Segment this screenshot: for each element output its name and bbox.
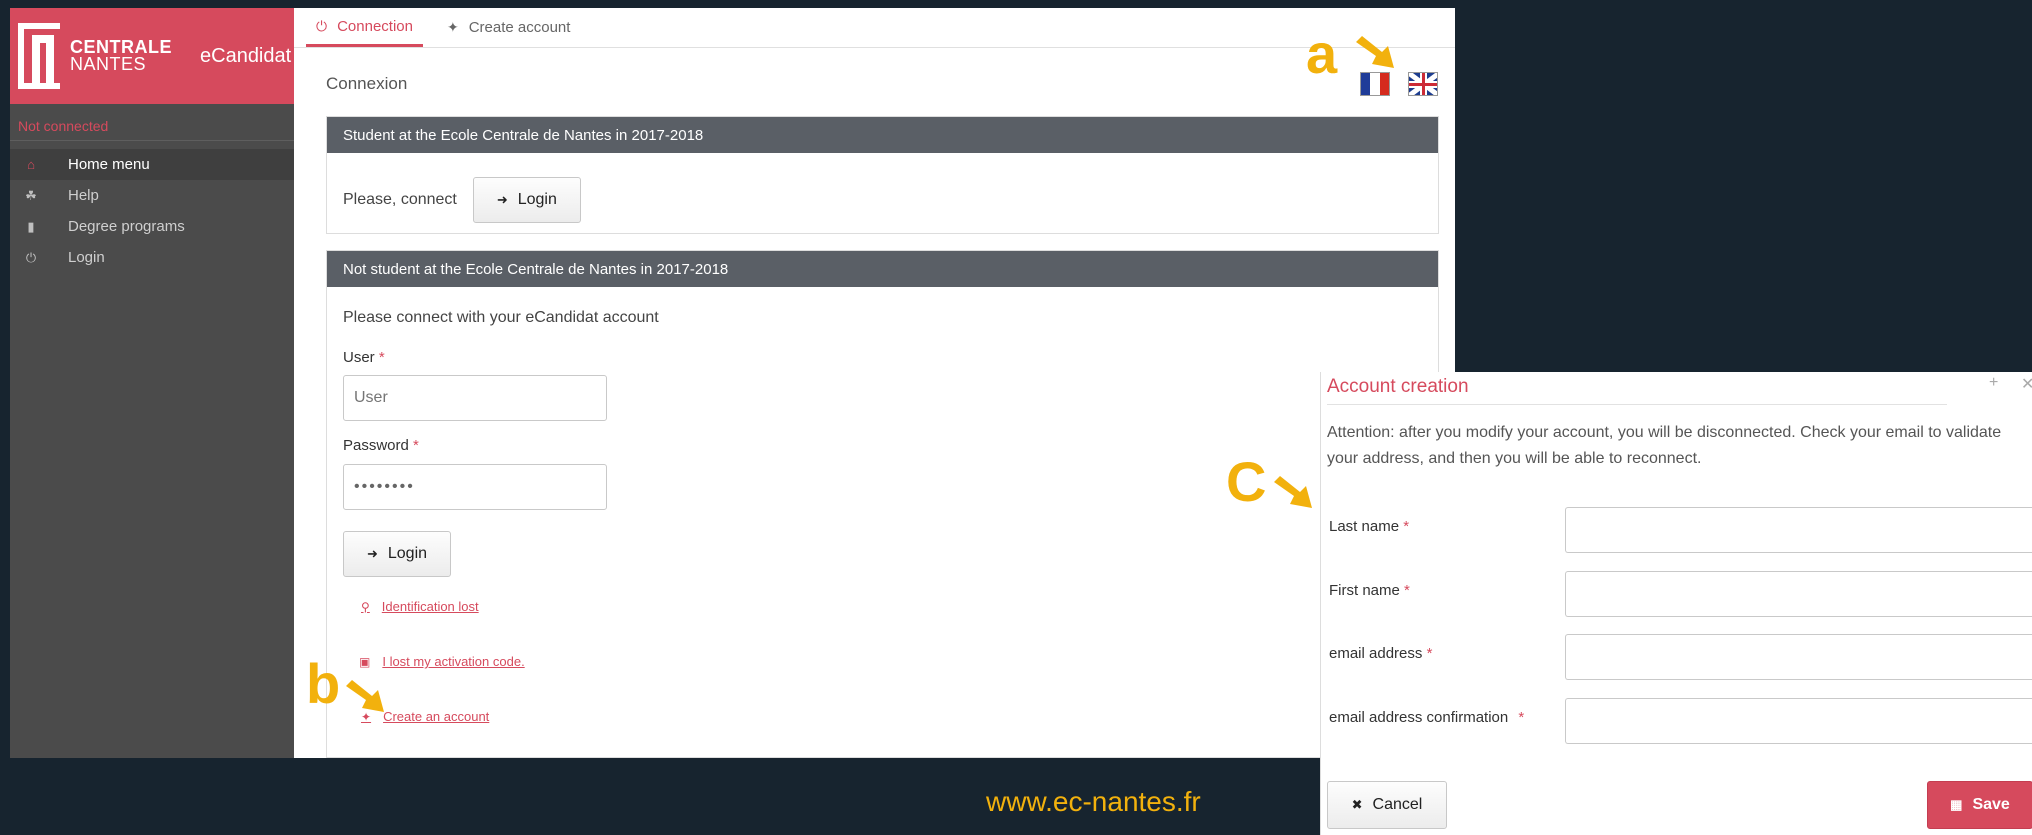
panel-header: Not student at the Ecole Centrale de Nan… [327,251,1438,287]
first-name-input[interactable] [1565,571,2032,617]
panel-header: Student at the Ecole Centrale de Nantes … [327,117,1438,153]
tab-label: Create account [468,19,571,36]
main-content: ⏻ Connection ✦ Create account Connexion … [294,8,1455,758]
key-icon: ⚲ [361,599,370,614]
last-name-input[interactable] [1565,507,2032,553]
wand-icon: ✦ [446,19,459,35]
maximize-icon[interactable]: + [1989,374,1998,392]
password-input[interactable]: •••••••• [343,464,607,510]
email-confirmation-input[interactable] [1565,698,2032,744]
save-button[interactable]: ▦ Save [1927,781,2032,829]
power-icon: ⏻ [25,249,37,265]
last-name-label: Last name * [1329,518,1410,535]
logo-line-2: NANTES [70,54,147,74]
user-label: User * [343,349,385,366]
home-icon: ⌂ [27,157,35,172]
connect-prompt: Please, connect [343,191,457,208]
student-login-panel: Student at the Ecole Centrale de Nantes … [326,116,1439,234]
logo-text: CENTRALE NANTES [70,38,172,74]
cancel-button[interactable]: ✖ Cancel [1327,781,1447,829]
french-flag-icon[interactable] [1360,72,1390,96]
tab-label: Connection [337,17,413,35]
annotation-arrow-b [346,680,384,712]
email-confirmation-label: email address confirmation * [1329,709,1525,726]
annotation-arrow-a [1356,36,1394,68]
tab-bar: ⏻ Connection ✦ Create account [294,8,1455,48]
dialog-title: Account creation [1327,376,1469,397]
centrale-nantes-logo [18,23,60,89]
connection-status: Not connected [10,104,294,141]
close-icon[interactable]: ✕ [2021,374,2032,394]
button-label: Login [387,545,428,562]
annotation-a: a [1306,22,1338,85]
lost-activation-link[interactable]: ▣ I lost my activation code. [359,654,525,669]
sidebar-item-login[interactable]: ⏻ Login [10,242,294,273]
student-login-button[interactable]: ➜ Login [472,177,581,223]
footer-url: www.ec-nantes.fr [986,786,1201,817]
sidebar-item-label: Degree programs [68,218,185,235]
sidebar: CENTRALE NANTES eCandidat Not connected … [10,8,294,758]
sign-in-icon: ➜ [366,546,378,561]
account-login-button[interactable]: ➜ Login [343,531,451,577]
sidebar-item-help[interactable]: ☘ Help [10,180,294,211]
dialog-message: Attention: after you modify your account… [1327,424,2002,467]
power-icon: ⏻ [316,17,328,34]
button-label: Save [1972,796,2010,813]
app-name: eCandidat [200,44,292,67]
first-name-label: First name * [1329,582,1410,599]
page-title: Connexion [326,74,408,93]
email-input[interactable] [1565,634,2032,680]
annotation-c: C [1226,450,1267,513]
sidebar-item-label: Home menu [68,156,150,173]
sign-in-icon: ➜ [496,192,508,207]
dialog-divider [1327,404,1947,405]
sidebar-item-degree-programs[interactable]: ▮ Degree programs [10,211,294,242]
password-label: Password * [343,437,419,454]
sidebar-item-label: Help [68,187,99,204]
sidebar-item-home-menu[interactable]: ⌂ Home menu [10,149,294,180]
close-icon: ✖ [1351,797,1363,812]
annotation-b: b [306,652,341,715]
annotation-arrow-c [1274,476,1312,508]
tab-connection[interactable]: ⏻ Connection [306,8,423,47]
help-icon: ☘ [25,187,37,203]
brand-header: CENTRALE NANTES eCandidat [10,8,294,104]
app-window: CENTRALE NANTES eCandidat Not connected … [10,8,1455,758]
login-intro: Please connect with your eCandidat accou… [343,309,659,326]
user-input[interactable] [343,375,607,421]
bookmark-icon: ▮ [27,218,35,234]
email-label: email address * [1329,645,1433,662]
button-label: Cancel [1372,796,1423,813]
tab-create-account[interactable]: ✦ Create account [437,8,580,47]
uk-flag-icon[interactable] [1408,72,1438,96]
identification-lost-link[interactable]: ⚲ Identification lost [361,599,479,614]
button-label: Login [517,191,557,208]
account-creation-dialog: Account creation + ✕ Attention: after yo… [1320,372,2032,835]
lock-icon: ▣ [359,654,371,669]
sidebar-item-label: Login [68,249,105,266]
floppy-disk-icon: ▦ [1950,797,1963,812]
